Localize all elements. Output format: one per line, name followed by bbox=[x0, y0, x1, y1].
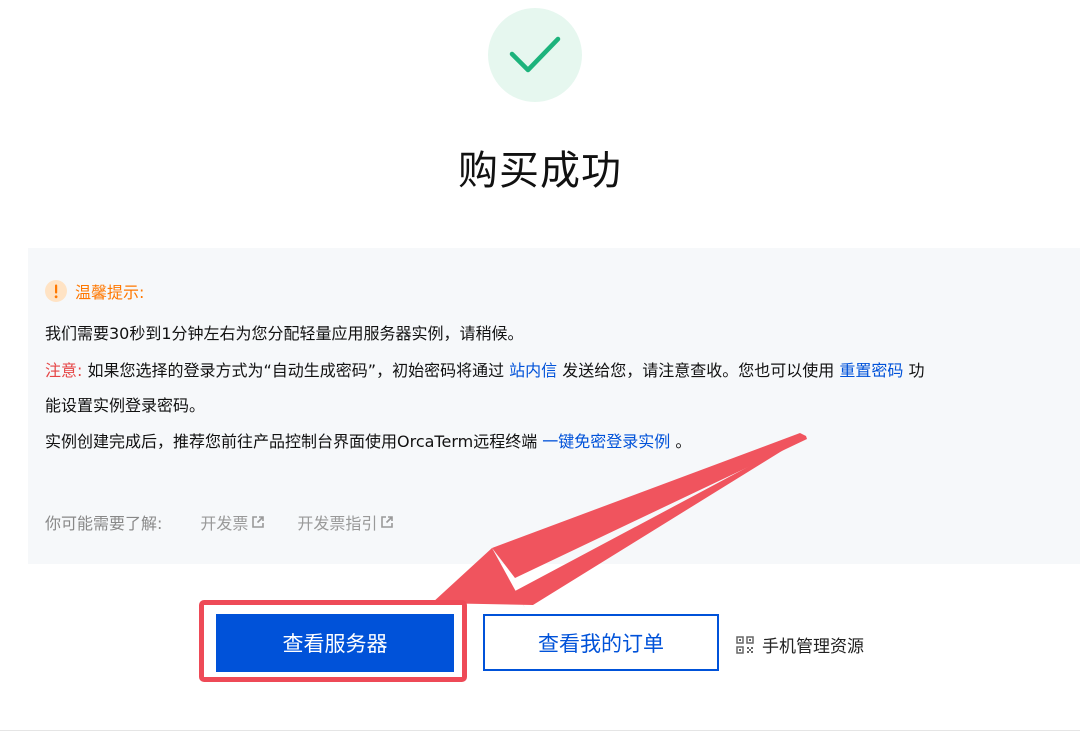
notice-text: 。 bbox=[670, 432, 692, 451]
view-orders-button[interactable]: 查看我的订单 bbox=[483, 614, 719, 671]
learn-more-label: 你可能需要了解: bbox=[45, 514, 163, 533]
invoice-guide-link-label: 开发票指引 bbox=[297, 514, 378, 533]
exclamation-icon bbox=[45, 280, 67, 302]
invoice-link-label: 开发票 bbox=[200, 514, 249, 533]
check-icon bbox=[509, 36, 561, 73]
bottom-divider bbox=[0, 730, 1080, 731]
notice-line-password: 注意: 如果您选择的登录方式为“自动生成密码”，初始密码将通过 站内信 发送给您… bbox=[45, 357, 924, 381]
tip-header: 温馨提示: bbox=[45, 279, 144, 303]
external-link-icon bbox=[381, 516, 394, 528]
external-link-icon bbox=[252, 516, 265, 528]
notice-text: 发送给您，请注意查收。您也可以使用 bbox=[557, 361, 840, 380]
reset-password-link[interactable]: 重置密码 bbox=[839, 361, 903, 380]
notice-text: 功 bbox=[903, 361, 925, 380]
qr-code-icon bbox=[736, 635, 754, 654]
tip-title: 温馨提示: bbox=[75, 283, 145, 302]
invoice-guide-link[interactable]: 开发票指引 bbox=[297, 510, 394, 534]
mobile-manage-link[interactable]: 手机管理资源 bbox=[736, 632, 864, 657]
view-server-button[interactable]: 查看服务器 bbox=[216, 614, 454, 672]
success-badge bbox=[488, 8, 582, 102]
warning-label: 注意: bbox=[45, 361, 83, 380]
learn-more-row: 你可能需要了解: 开发票 开发票指引 bbox=[45, 510, 394, 534]
notice-text: 如果您选择的登录方式为“自动生成密码”，初始密码将通过 bbox=[82, 361, 510, 380]
purchase-success-page: 购买成功 温馨提示: 我们需要30秒到1分钟左右为您分配轻量应用服务器实例，请稍… bbox=[0, 0, 1080, 735]
page-title: 购买成功 bbox=[458, 148, 622, 194]
notice-panel: 温馨提示: 我们需要30秒到1分钟左右为您分配轻量应用服务器实例，请稍候。 注意… bbox=[28, 248, 1080, 564]
mobile-manage-label: 手机管理资源 bbox=[762, 637, 864, 657]
notice-line-password-cont: 能设置实例登录密码。 bbox=[45, 396, 206, 415]
invoice-link[interactable]: 开发票 bbox=[200, 510, 265, 534]
notice-line-allocation: 我们需要30秒到1分钟左右为您分配轻量应用服务器实例，请稍候。 bbox=[45, 324, 524, 343]
station-message-link[interactable]: 站内信 bbox=[509, 361, 557, 380]
passwordless-login-link[interactable]: 一键免密登录实例 bbox=[542, 432, 670, 451]
notice-line-orcaterm: 实例创建完成后，推荐您前往产品控制台界面使用OrcaTerm远程终端 一键免密登… bbox=[45, 428, 691, 452]
notice-text: 实例创建完成后，推荐您前往产品控制台界面使用OrcaTerm远程终端 bbox=[45, 432, 543, 451]
